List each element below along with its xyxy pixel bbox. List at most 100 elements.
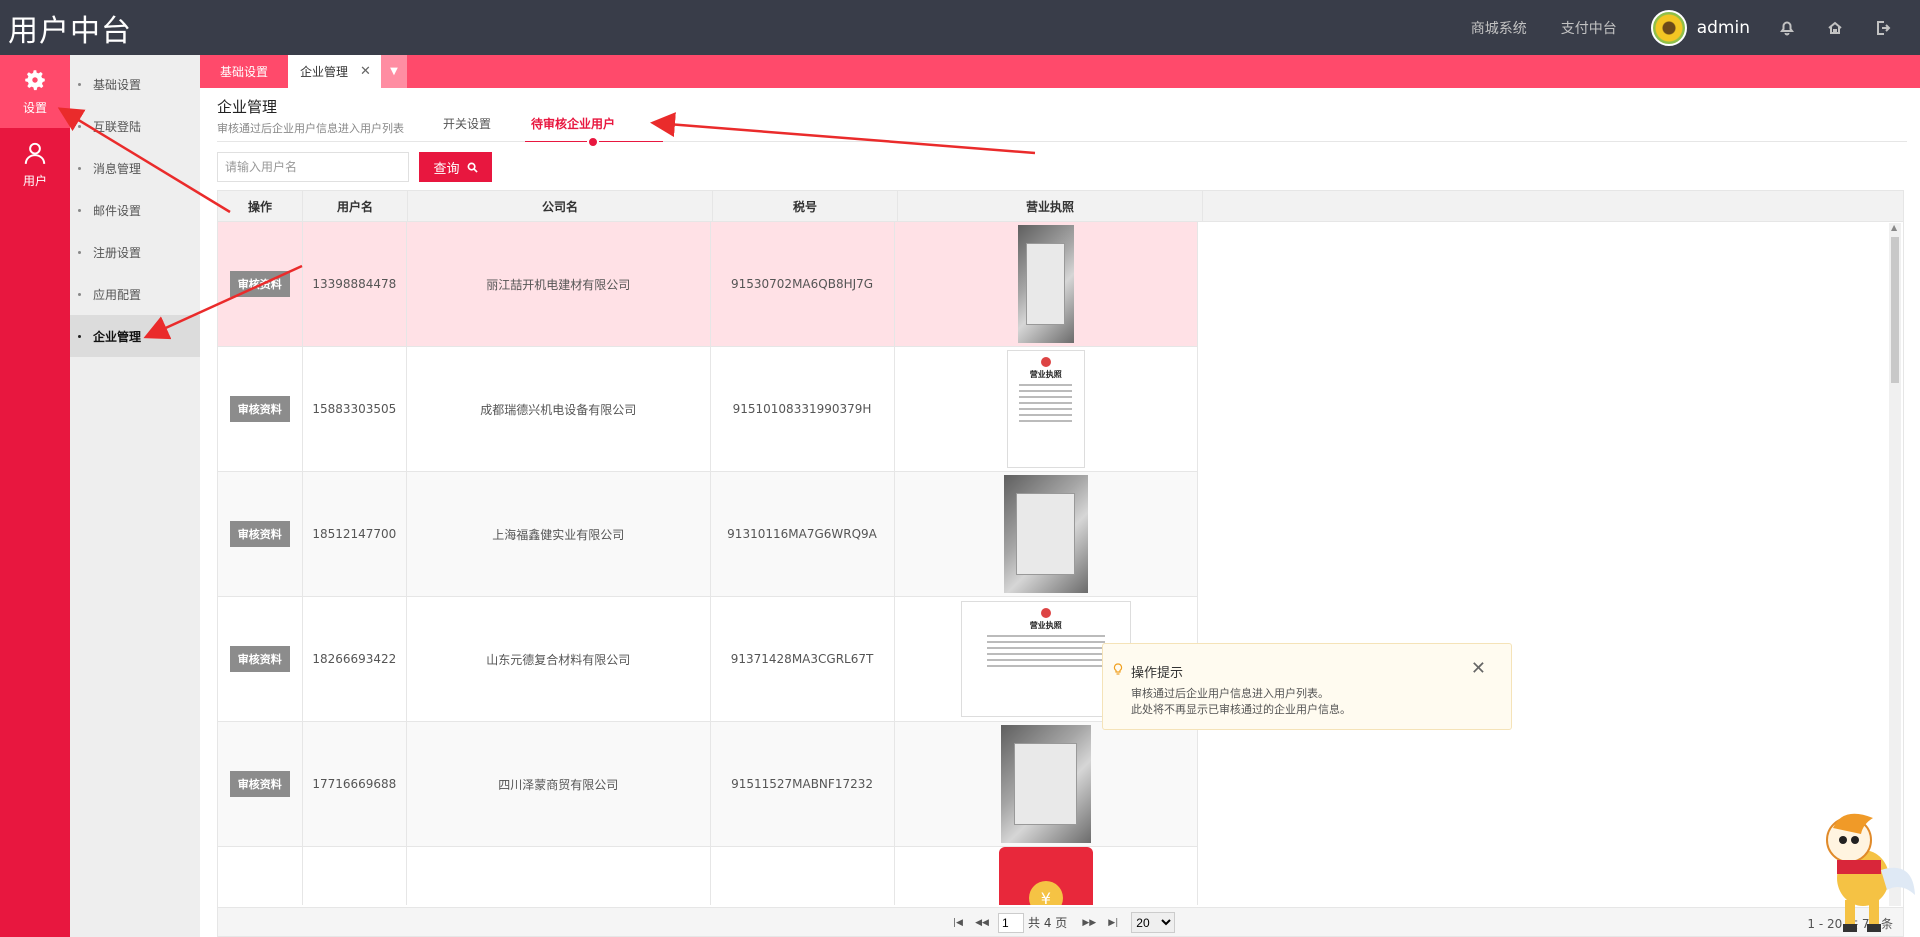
- mascot-horse-image: [1826, 813, 1915, 932]
- tab-enterprise[interactable]: 企业管理 ✕: [288, 55, 381, 88]
- col-company: 公司名: [408, 191, 713, 221]
- gear-icon: [25, 70, 45, 91]
- tax-cell: 91530702MA6QB8HJ7G: [711, 222, 895, 346]
- table-row[interactable]: 审核资料 15883303505 成都瑞德兴机电设备有限公司 915101083…: [218, 347, 1198, 472]
- nav-users-label: 用户: [22, 174, 47, 188]
- operation-tip: 操作提示 审核通过后企业用户信息进入用户列表。 此处将不再显示已审核通过的企业用…: [1102, 643, 1512, 730]
- scrollbar-thumb[interactable]: [1891, 237, 1899, 383]
- tax-cell: [711, 847, 895, 905]
- license-image[interactable]: [1017, 225, 1074, 343]
- col-license: 营业执照: [898, 191, 1203, 221]
- home-icon[interactable]: [1824, 17, 1846, 39]
- next-page-icon[interactable]: ▶▶: [1081, 918, 1097, 928]
- license-image[interactable]: ¥: [998, 847, 1093, 905]
- action-cell: 审核资料: [218, 847, 303, 905]
- review-button[interactable]: 审核资料: [229, 396, 290, 422]
- username[interactable]: admin: [1697, 18, 1750, 38]
- tabs-dropdown-icon[interactable]: ▼: [380, 55, 407, 88]
- review-button[interactable]: 审核资料: [229, 271, 290, 297]
- table-row[interactable]: 审核资料 18266693422 山东元德复合材料有限公司 91371428MA…: [218, 597, 1198, 722]
- nav-users[interactable]: 用户: [0, 128, 70, 201]
- close-icon[interactable]: ✕: [1471, 658, 1486, 679]
- submenu-label: 企业管理: [93, 329, 142, 344]
- username-cell: [303, 847, 408, 905]
- submenu-register[interactable]: 注册设置: [70, 231, 200, 273]
- tax-cell: 91511527MABNF17232: [711, 722, 895, 846]
- tip-title: 操作提示: [1131, 666, 1184, 681]
- username-cell: 18266693422: [303, 597, 408, 721]
- submenu-label: 消息管理: [93, 161, 142, 176]
- license-image[interactable]: [1003, 475, 1088, 593]
- page-number-input[interactable]: [998, 912, 1024, 933]
- license-cell: [895, 472, 1198, 596]
- tab-label: 基础设置: [220, 65, 269, 79]
- action-cell: 审核资料: [218, 472, 303, 596]
- submenu-basic-settings[interactable]: 基础设置: [70, 63, 200, 105]
- review-button[interactable]: 审核资料: [229, 771, 290, 797]
- table-row[interactable]: 审核资料 17716669688 四川泽蒙商贸有限公司 91511527MABN…: [218, 722, 1198, 847]
- company-cell: 四川泽蒙商贸有限公司: [407, 722, 711, 846]
- scroll-up-icon[interactable]: ▲: [1891, 223, 1897, 232]
- payment-center-link[interactable]: 支付中台: [1561, 18, 1617, 38]
- submenu-message[interactable]: 消息管理: [70, 147, 200, 189]
- close-icon[interactable]: ✕: [360, 64, 371, 79]
- submenu-mail[interactable]: 邮件设置: [70, 189, 200, 231]
- tab-label: 企业管理: [300, 65, 349, 79]
- submenu-label: 互联登陆: [93, 119, 142, 134]
- license-image[interactable]: 营业执照: [1006, 350, 1085, 468]
- submenu-app-config[interactable]: 应用配置: [70, 273, 200, 315]
- prev-page-icon[interactable]: ◀◀: [974, 918, 990, 928]
- license-image[interactable]: [1000, 725, 1091, 843]
- submenu-label: 邮件设置: [93, 203, 142, 218]
- app-title: 用户中台: [8, 13, 132, 49]
- company-cell: 上海福鑫健实业有限公司: [407, 472, 711, 596]
- table-header: 操作 用户名 公司名 税号 营业执照: [218, 191, 1903, 222]
- user-icon: [24, 142, 46, 164]
- tab-basic-settings[interactable]: 基础设置: [200, 55, 288, 88]
- table-row[interactable]: 审核资料 18512147700 上海福鑫健实业有限公司 91310116MA7…: [218, 472, 1198, 597]
- license-cell: [895, 722, 1198, 846]
- logout-icon[interactable]: [1872, 17, 1894, 39]
- license-title: 营业执照: [1029, 370, 1062, 379]
- search-button[interactable]: 查询: [419, 152, 492, 182]
- page-header: 企业管理 审核通过后企业用户信息进入用户列表: [217, 96, 404, 136]
- active-tab-dot: [587, 136, 599, 148]
- action-cell: 审核资料: [218, 597, 303, 721]
- bell-icon[interactable]: [1776, 17, 1798, 39]
- company-cell: 成都瑞德兴机电设备有限公司: [407, 347, 711, 471]
- review-button[interactable]: 审核资料: [229, 521, 290, 547]
- table-row[interactable]: 审核资料 13398884478 丽江喆开机电建材有限公司 91530702MA…: [218, 222, 1198, 347]
- page-size-select[interactable]: 20: [1131, 912, 1176, 933]
- submenu-social-login[interactable]: 互联登陆: [70, 105, 200, 147]
- avatar[interactable]: [1650, 9, 1687, 46]
- top-bar: 用户中台 商城系统 支付中台 admin: [0, 0, 1920, 55]
- table-row[interactable]: 审核资料 ¥: [218, 847, 1198, 905]
- mall-system-link[interactable]: 商城系统: [1471, 18, 1527, 38]
- company-cell: 丽江喆开机电建材有限公司: [407, 222, 711, 346]
- pager: |◀ ◀◀ 共 4 页 ▶▶ ▶| 20: [950, 912, 1176, 933]
- page-subtitle: 审核通过后企业用户信息进入用户列表: [217, 122, 404, 135]
- nav-settings-label: 设置: [22, 101, 47, 115]
- action-cell: 审核资料: [218, 722, 303, 846]
- tab-switch-settings[interactable]: 开关设置: [443, 88, 491, 142]
- nav-settings[interactable]: 设置: [0, 55, 70, 128]
- first-page-icon[interactable]: |◀: [950, 918, 966, 928]
- top-links: 商城系统 支付中台 admin: [1471, 0, 1920, 55]
- submenu-enterprise[interactable]: 企业管理: [70, 315, 200, 357]
- license-cell: [895, 222, 1198, 346]
- sub-tabs: 开关设置 待审核企业用户: [443, 88, 655, 142]
- license-title: 营业执照: [1029, 621, 1062, 630]
- tab-pending-enterprise[interactable]: 待审核企业用户: [531, 88, 615, 142]
- yen-icon: ¥: [1028, 881, 1063, 905]
- search-icon: [467, 162, 478, 173]
- table-body: 审核资料 13398884478 丽江喆开机电建材有限公司 91530702MA…: [218, 222, 1198, 905]
- submenu-label: 注册设置: [93, 245, 142, 260]
- username-search-input[interactable]: [217, 152, 409, 182]
- review-button[interactable]: 审核资料: [229, 646, 290, 672]
- action-cell: 审核资料: [218, 222, 303, 346]
- page-title: 企业管理: [217, 98, 278, 116]
- last-page-icon[interactable]: ▶|: [1105, 918, 1121, 928]
- table-footer: |◀ ◀◀ 共 4 页 ▶▶ ▶| 20 1 - 20 共 76 条: [218, 907, 1903, 936]
- username-cell: 17716669688: [303, 722, 408, 846]
- username-cell: 13398884478: [303, 222, 408, 346]
